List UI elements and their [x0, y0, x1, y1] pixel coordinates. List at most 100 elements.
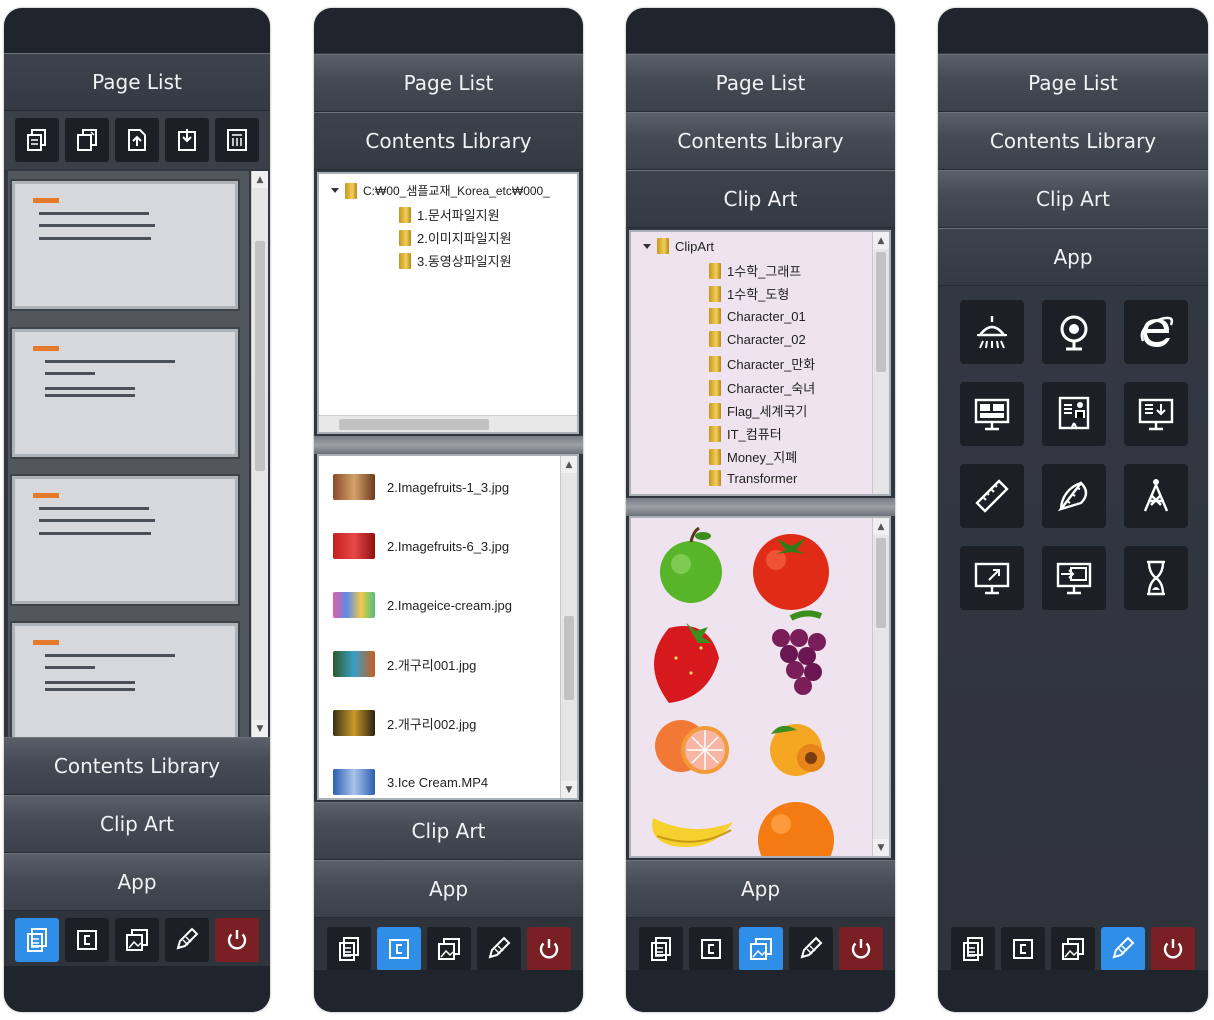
- ruler-app-button[interactable]: [960, 464, 1024, 528]
- tree-root[interactable]: C:₩00_샘플교재_Korea_etc₩000_: [331, 182, 550, 199]
- app-tool-button[interactable]: [1101, 927, 1145, 971]
- splitter[interactable]: [626, 498, 895, 516]
- header-app[interactable]: App: [938, 228, 1208, 286]
- tree-root[interactable]: ClipArt: [643, 238, 714, 254]
- tree-item[interactable]: 2.이미지파일지원: [399, 228, 512, 247]
- header-contents-library[interactable]: Contents Library: [626, 112, 895, 170]
- scroll-down-arrow[interactable]: ▼: [252, 720, 268, 737]
- peach-clipart[interactable]: [770, 724, 825, 776]
- tree-item[interactable]: Character_만화: [709, 354, 815, 373]
- grapefruit-clipart[interactable]: [655, 720, 729, 774]
- scroll-thumb[interactable]: [339, 419, 489, 430]
- screen-download-app-button[interactable]: [1124, 382, 1188, 446]
- delete-page-button[interactable]: [215, 118, 259, 162]
- expand-caret-icon[interactable]: [643, 243, 651, 249]
- protractor-app-button[interactable]: [1042, 464, 1106, 528]
- scroll-thumb[interactable]: [876, 252, 886, 372]
- power-button[interactable]: [1151, 927, 1195, 971]
- clip-art-tool-button[interactable]: [1051, 927, 1095, 971]
- screen-capture-app-button[interactable]: [960, 546, 1024, 610]
- screen-layout-app-button[interactable]: [960, 382, 1024, 446]
- contents-tool-button[interactable]: [1001, 927, 1045, 971]
- screen-share-app-button[interactable]: [1042, 546, 1106, 610]
- header-contents-library[interactable]: Contents Library: [314, 112, 583, 170]
- tree-item[interactable]: Transformer: [709, 470, 797, 486]
- tree-hscrollbar[interactable]: [319, 415, 577, 432]
- header-contents-library[interactable]: Contents Library: [938, 112, 1208, 170]
- file-item[interactable]: 3.Ice Cream.MP4: [333, 769, 488, 795]
- scroll-down-arrow[interactable]: ▼: [873, 839, 889, 856]
- header-contents-library[interactable]: Contents Library: [4, 737, 270, 795]
- file-item[interactable]: 2.Imageice-cream.jpg: [333, 592, 512, 618]
- contents-tool-button[interactable]: [376, 927, 421, 971]
- tree-item[interactable]: 1수학_도형: [709, 284, 789, 303]
- clip-art-tool-button[interactable]: [738, 927, 783, 971]
- file-item[interactable]: 2.Imagefruits-6_3.jpg: [333, 533, 509, 559]
- header-clip-art[interactable]: Clip Art: [314, 802, 583, 860]
- page-thumbnail[interactable]: [12, 329, 238, 457]
- webcam-app-button[interactable]: [1042, 300, 1106, 364]
- tree-item[interactable]: Flag_세계국기: [709, 401, 807, 420]
- timer-app-button[interactable]: [1124, 546, 1188, 610]
- clipart-gallery-scrollbar[interactable]: ▲ ▼: [872, 518, 889, 856]
- file-list-scrollbar[interactable]: ▲ ▼: [560, 456, 577, 798]
- page-thumbnail-list[interactable]: [8, 171, 249, 737]
- app-tool-button[interactable]: [165, 918, 209, 962]
- app-tool-button[interactable]: [476, 927, 521, 971]
- page-list-scrollbar[interactable]: ▲ ▼: [251, 171, 268, 737]
- tree-item[interactable]: 1수학_그래프: [709, 261, 801, 280]
- scroll-up-arrow[interactable]: ▲: [252, 171, 268, 188]
- export-page-button[interactable]: [115, 118, 159, 162]
- expand-caret-icon[interactable]: [331, 188, 339, 193]
- scroll-up-arrow[interactable]: ▲: [561, 456, 577, 473]
- tree-item[interactable]: Character_02: [709, 331, 806, 347]
- import-page-button[interactable]: [165, 118, 209, 162]
- page-list-tool-button[interactable]: [638, 927, 683, 971]
- power-button[interactable]: [215, 918, 259, 962]
- scroll-down-arrow[interactable]: ▼: [561, 781, 577, 798]
- header-clip-art[interactable]: Clip Art: [626, 170, 895, 228]
- page-thumbnail[interactable]: [12, 181, 238, 309]
- contents-tool-button[interactable]: [65, 918, 109, 962]
- file-item[interactable]: 2.개구리002.jpg: [333, 710, 476, 736]
- scroll-up-arrow[interactable]: ▲: [873, 232, 889, 249]
- header-page-list[interactable]: Page List: [626, 54, 895, 112]
- duplicate-page-button[interactable]: [15, 118, 59, 162]
- orange-clipart[interactable]: [758, 802, 834, 856]
- power-button[interactable]: [526, 927, 571, 971]
- ceiling-lamp-app-button[interactable]: [960, 300, 1024, 364]
- green-apple-clipart[interactable]: [660, 526, 722, 603]
- page-list-tool-button[interactable]: [15, 918, 59, 962]
- header-app[interactable]: App: [314, 860, 583, 918]
- tree-item[interactable]: Character_숙녀: [709, 378, 815, 397]
- scroll-thumb[interactable]: [564, 616, 574, 700]
- header-clip-art[interactable]: Clip Art: [938, 170, 1208, 228]
- clip-art-tool-button[interactable]: [426, 927, 471, 971]
- power-button[interactable]: [838, 927, 883, 971]
- compass-app-button[interactable]: [1124, 464, 1188, 528]
- header-app[interactable]: App: [626, 860, 895, 918]
- strawberry-clipart[interactable]: [654, 623, 719, 703]
- tree-item[interactable]: 1.문서파일지원: [399, 205, 500, 224]
- tree-item[interactable]: Money_지폐: [709, 447, 797, 466]
- scroll-thumb[interactable]: [876, 538, 886, 628]
- page-list-tool-button[interactable]: [326, 927, 371, 971]
- tomato-clipart[interactable]: [753, 534, 829, 610]
- file-item[interactable]: 2.개구리001.jpg: [333, 651, 476, 677]
- scroll-up-arrow[interactable]: ▲: [873, 518, 889, 535]
- header-page-list[interactable]: Page List: [4, 53, 270, 111]
- header-page-list[interactable]: Page List: [314, 54, 583, 112]
- file-item[interactable]: 2.Imagefruits-1_3.jpg: [333, 474, 509, 500]
- clip-art-tool-button[interactable]: [115, 918, 159, 962]
- page-thumbnail[interactable]: [12, 476, 238, 604]
- header-app[interactable]: App: [4, 853, 270, 911]
- tree-item[interactable]: IT_컴퓨터: [709, 424, 782, 443]
- scroll-thumb[interactable]: [255, 241, 265, 471]
- presenter-app-button[interactable]: [1042, 382, 1106, 446]
- splitter[interactable]: [314, 436, 583, 454]
- page-list-tool-button[interactable]: [951, 927, 995, 971]
- tree-item[interactable]: 3.동영상파일지원: [399, 251, 512, 270]
- copy-page-button[interactable]: [65, 118, 109, 162]
- app-tool-button[interactable]: [788, 927, 833, 971]
- grapes-clipart[interactable]: [772, 610, 826, 695]
